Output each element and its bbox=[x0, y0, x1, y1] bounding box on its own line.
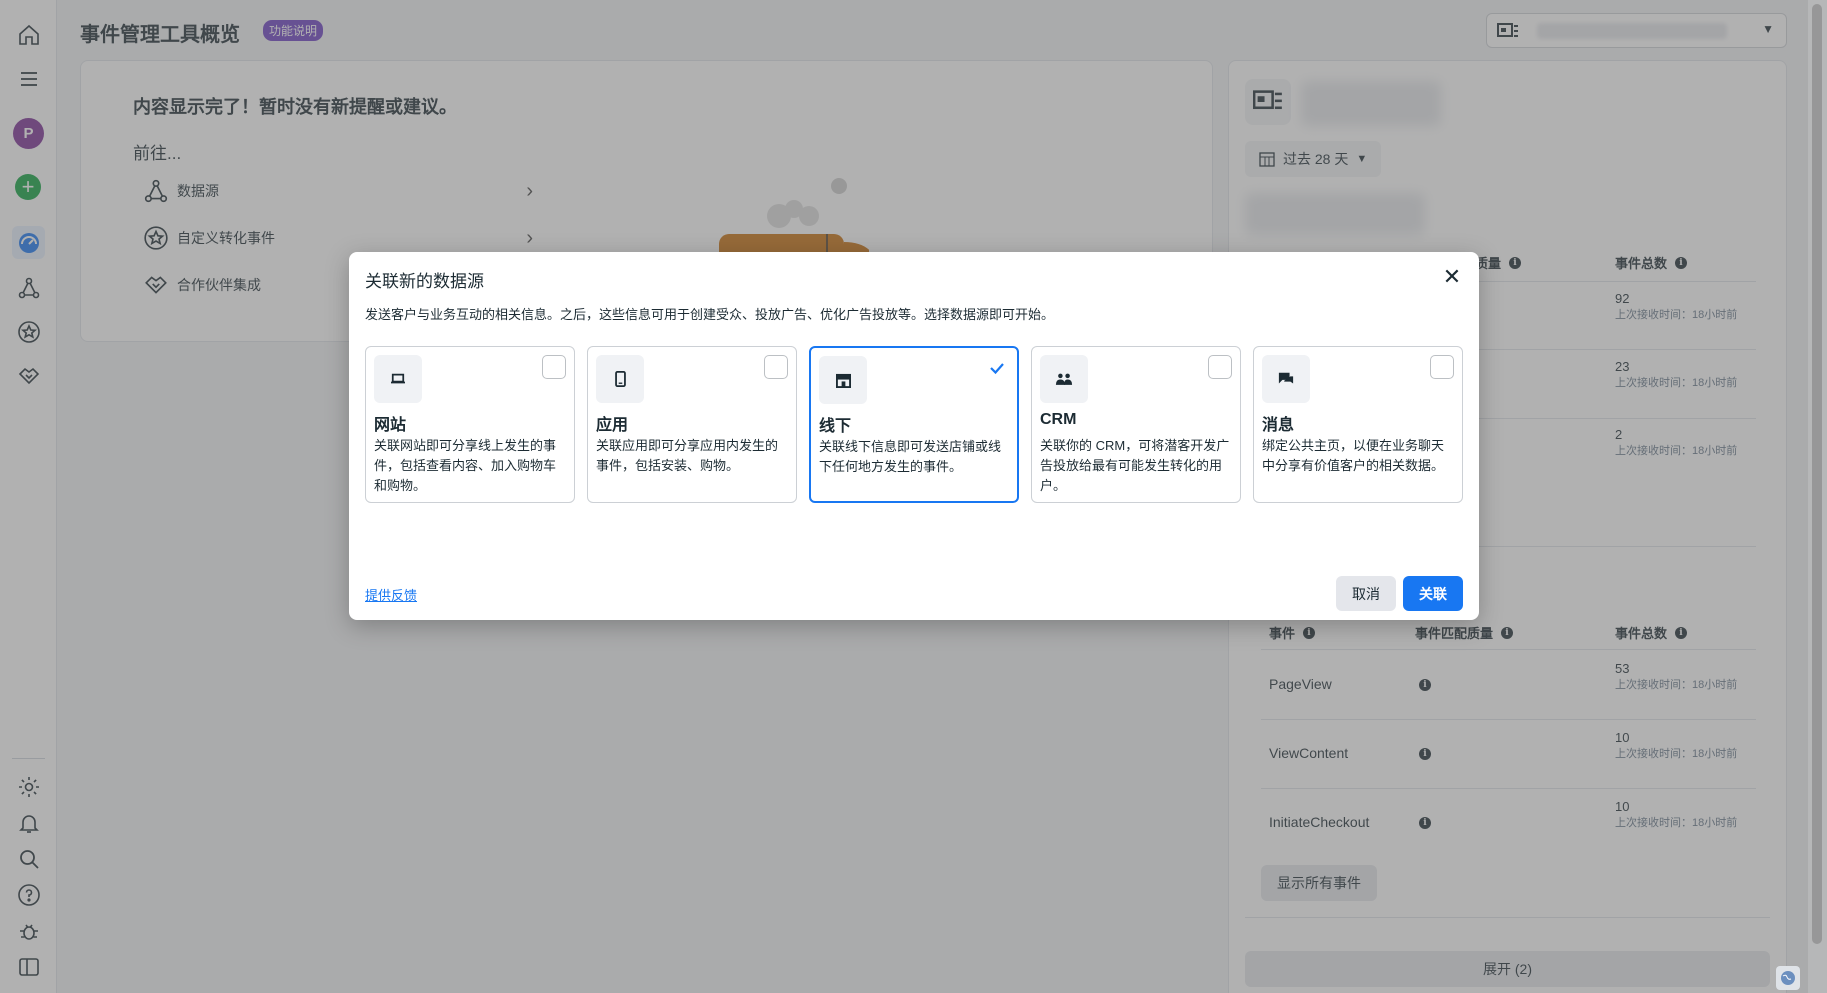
feedback-link[interactable]: 提供反馈 bbox=[365, 585, 417, 604]
scroll-thumb[interactable] bbox=[1812, 4, 1822, 944]
checkbox[interactable] bbox=[1208, 355, 1232, 379]
store-icon bbox=[819, 356, 867, 404]
option-title: CRM bbox=[1040, 411, 1077, 428]
checkmark-icon bbox=[990, 363, 1004, 375]
option-title: 消息 bbox=[1262, 417, 1295, 434]
close-icon[interactable]: ✕ bbox=[1441, 266, 1463, 288]
checkbox-checked[interactable] bbox=[985, 356, 1009, 380]
option-description: 绑定公共主页，以便在业务聊天中分享有价值客户的相关数据。 bbox=[1262, 438, 1445, 473]
globe-icon[interactable] bbox=[1776, 966, 1800, 990]
dialog-title: 关联新的数据源 bbox=[365, 272, 484, 291]
dialog-description: 发送客户与业务互动的相关信息。之后，这些信息可用于创建受众、投放广告、优化广告投… bbox=[365, 307, 1055, 322]
option-offline[interactable]: 线下 关联线下信息即可发送店铺或线下任何地方发生的事件。 bbox=[809, 346, 1019, 503]
connect-button[interactable]: 关联 bbox=[1403, 576, 1463, 611]
option-description: 关联应用即可分享应用内发生的事件，包括安装、购物。 bbox=[596, 438, 779, 473]
option-description: 关联你的 CRM，可将潜客开发广告投放给最有可能发生转化的用户。 bbox=[1040, 438, 1230, 493]
checkbox[interactable] bbox=[1430, 355, 1454, 379]
laptop-icon bbox=[374, 355, 422, 403]
phone-icon bbox=[596, 355, 644, 403]
option-messaging[interactable]: 消息 绑定公共主页，以便在业务聊天中分享有价值客户的相关数据。 bbox=[1253, 346, 1463, 503]
option-description: 关联线下信息即可发送店铺或线下任何地方发生的事件。 bbox=[819, 439, 1002, 474]
cancel-button[interactable]: 取消 bbox=[1336, 576, 1396, 611]
connect-data-source-dialog: 关联新的数据源 ✕ 发送客户与业务互动的相关信息。之后，这些信息可用于创建受众、… bbox=[349, 252, 1479, 620]
checkbox[interactable] bbox=[542, 355, 566, 379]
people-icon bbox=[1040, 355, 1088, 403]
checkbox[interactable] bbox=[764, 355, 788, 379]
chat-icon bbox=[1262, 355, 1310, 403]
option-title: 线下 bbox=[819, 418, 852, 435]
option-title: 网站 bbox=[374, 417, 407, 434]
option-app[interactable]: 应用 关联应用即可分享应用内发生的事件，包括安装、购物。 bbox=[587, 346, 797, 503]
option-description: 关联网站即可分享线上发生的事件，包括查看内容、加入购物车和购物。 bbox=[374, 438, 557, 493]
option-website[interactable]: 网站 关联网站即可分享线上发生的事件，包括查看内容、加入购物车和购物。 bbox=[365, 346, 575, 503]
scrollbar[interactable] bbox=[1808, 0, 1827, 993]
option-crm[interactable]: CRM 关联你的 CRM，可将潜客开发广告投放给最有可能发生转化的用户。 bbox=[1031, 346, 1241, 503]
option-title: 应用 bbox=[596, 417, 629, 434]
